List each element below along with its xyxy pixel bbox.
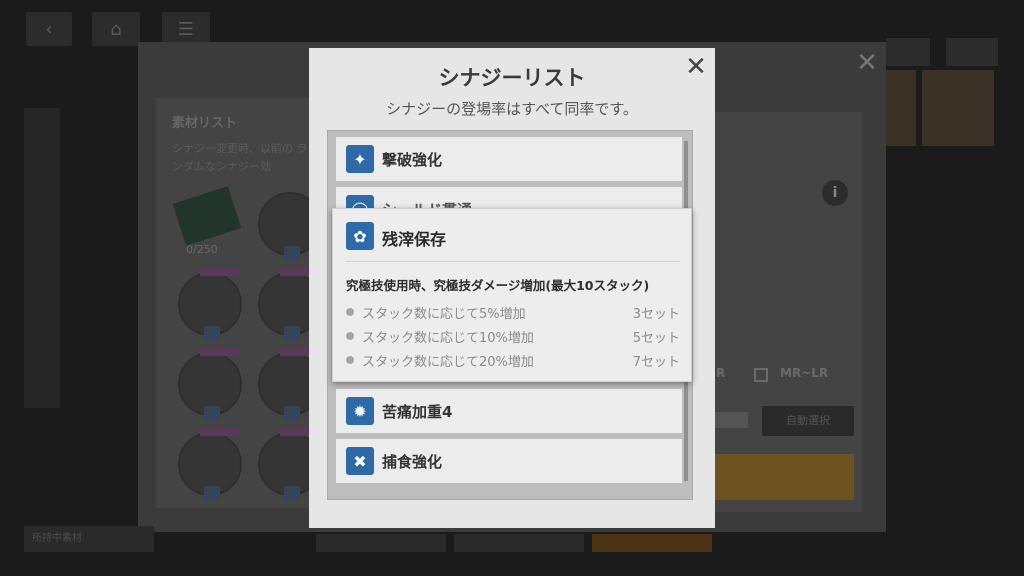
- settings-panel: [712, 112, 862, 512]
- bullet-icon: [346, 332, 354, 340]
- effect-text: スタック数に応じて10%増加: [362, 330, 534, 346]
- filter-button[interactable]: [886, 38, 930, 66]
- character-portrait: [886, 70, 916, 146]
- effect-text: スタック数に応じて20%増加: [362, 354, 534, 370]
- effect-sets: 5セット: [632, 330, 680, 346]
- dialog-subtitle: シナジーの登場率はすべて同率です。: [386, 100, 638, 118]
- material-list-title: 素材リスト: [172, 116, 238, 131]
- synergy-row[interactable]: ✦ 撃破強化: [336, 137, 682, 181]
- confirm-button[interactable]: [714, 454, 854, 500]
- material-item[interactable]: [178, 428, 242, 500]
- bottom-tab-active[interactable]: [592, 534, 712, 552]
- effect-line: スタック数に応じて20%増加 7セット: [346, 350, 680, 370]
- sort-button[interactable]: [946, 38, 998, 66]
- synergy-row[interactable]: ✹ 苦痛加重4: [336, 389, 682, 433]
- info-icon[interactable]: i: [822, 180, 848, 206]
- effect-line: スタック数に応じて5%増加 3セット: [346, 302, 680, 322]
- effect-sets: 3セット: [632, 306, 680, 322]
- character-portrait: [922, 70, 994, 146]
- material-list-desc: シナジー変更時、以前の ランダムなシナジー効: [172, 142, 308, 173]
- remnant-icon: ✿: [346, 222, 374, 250]
- back-button[interactable]: ‹: [26, 12, 72, 46]
- owned-material-toggle[interactable]: 所持中素材: [24, 526, 154, 552]
- side-rail: [24, 108, 60, 408]
- material-item[interactable]: [178, 268, 242, 340]
- swirl-icon: ✹: [346, 397, 374, 425]
- dialog-title: シナジーリスト: [438, 66, 586, 90]
- menu-button[interactable]: ☰: [162, 12, 210, 46]
- tooltip-description: 究極技使用時、究極技ダメージ増加(最大10スタック): [346, 278, 650, 293]
- effect-line: スタック数に応じて10%増加 5セット: [346, 326, 680, 346]
- home-button[interactable]: ⌂: [92, 12, 140, 46]
- effect-text: スタック数に応じて5%増加: [362, 306, 526, 322]
- bullet-icon: [346, 308, 354, 316]
- bullet-icon: [346, 356, 354, 364]
- effect-sets: 7セット: [632, 354, 680, 370]
- checkbox-mr-lr[interactable]: [754, 368, 768, 382]
- auto-select-button[interactable]: 自動選択: [762, 406, 854, 436]
- material-item[interactable]: [178, 348, 242, 420]
- bottom-tab[interactable]: [454, 534, 584, 552]
- synergy-tooltip: ✿ 残滓保存 究極技使用時、究極技ダメージ増加(最大10スタック) スタック数に…: [332, 208, 692, 382]
- synergy-row[interactable]: ✖ 捕食強化: [336, 439, 682, 483]
- skull-icon: ✖: [346, 447, 374, 475]
- synergy-label: 撃破強化: [382, 150, 443, 169]
- back-icon: ‹: [45, 18, 53, 40]
- divider: [346, 261, 680, 262]
- synergy-label: 捕食強化: [382, 452, 443, 471]
- menu-icon: ☰: [177, 18, 195, 40]
- sword-icon: ✦: [346, 145, 374, 173]
- checkbox-mr-lr-label: MR~LR: [780, 366, 829, 380]
- home-icon: ⌂: [110, 18, 122, 40]
- close-icon[interactable]: ✕: [683, 54, 709, 80]
- panel-close-icon[interactable]: ✕: [852, 48, 882, 78]
- ticket-count: 0/250: [186, 243, 218, 256]
- synergy-label: 苦痛加重4: [382, 402, 453, 421]
- tooltip-title: 残滓保存: [382, 230, 447, 249]
- checkbox-lr-label: R: [716, 366, 726, 380]
- slider-track: [714, 412, 748, 428]
- bottom-tab[interactable]: [316, 534, 446, 552]
